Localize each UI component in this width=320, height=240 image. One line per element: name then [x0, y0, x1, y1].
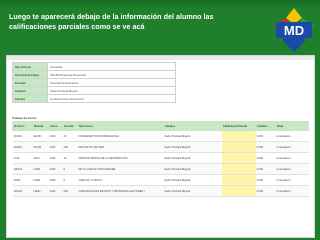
table-cell: COMUNICACION ESCRITA Y PROCESOS LECTORES…: [77, 185, 164, 197]
table-cell: 1040: [48, 174, 63, 186]
table-cell: Licenciatura: [275, 141, 309, 153]
table-cell: 236: [62, 185, 78, 197]
column-header[interactable]: Curso: [48, 121, 63, 131]
table-cell: 6: [62, 174, 78, 186]
table-row: 7730 INFO 1010 15 GESTION BASICA DE LA INFOR…: [12, 152, 309, 164]
table-cell: [221, 185, 256, 197]
table-cell: 10097: [12, 174, 33, 186]
info-label: Escuela: [12, 78, 48, 87]
table-cell: 1010: [48, 130, 63, 142]
table-cell: Sede Principal Bogotá: [163, 185, 222, 197]
table-cell: 6: [62, 163, 78, 175]
table-cell: Licenciatura: [275, 163, 309, 175]
section-title: Trabajo de Curso: [12, 116, 37, 120]
info-row: Tipo Interno Contenido: [12, 62, 176, 71]
table-cell: LDFE: [32, 163, 49, 175]
table-cell: JUEGOS Y LUDICA: [77, 174, 164, 186]
table-cell: [221, 141, 256, 153]
table-cell: 2.000: [255, 185, 276, 197]
info-value: Sede Principal Bogotá: [47, 86, 176, 95]
table-cell: 3.000: [255, 174, 276, 186]
table-cell: 110012: [12, 141, 33, 153]
table-cell: 1010: [48, 163, 63, 175]
table-cell: 15: [62, 152, 78, 164]
column-header[interactable]: Id Curso: [12, 121, 33, 131]
portal-navbar: [7, 56, 314, 60]
slide-title-line-2: calificaciones parciales como se ve acá: [9, 22, 145, 31]
info-label: Carrera: [12, 94, 48, 103]
table-cell: 200: [62, 141, 78, 153]
table-cell: LENG: [32, 185, 49, 197]
table-cell: Licenciatura: [275, 174, 309, 186]
table-cell: INT A LA EDUC FISICA RECRE: [77, 163, 164, 175]
table-cell: EDUB: [32, 130, 49, 142]
info-value: Lic Educ Física Recreación: [47, 94, 176, 103]
table-cell: [221, 174, 256, 186]
table-cell: 2.000: [255, 141, 276, 153]
table-cell: 20: [62, 130, 78, 142]
table-cell: 1010: [48, 152, 63, 164]
column-header[interactable]: Nom Curso: [77, 121, 164, 131]
column-header[interactable]: Campus: [163, 121, 222, 131]
table-cell: [221, 130, 256, 142]
table-cell: 4.000: [255, 163, 276, 175]
slide-title-line-1: Luego te aparecerá debajo de la informac…: [9, 12, 214, 21]
table-cell: 3.000: [255, 130, 276, 142]
table-cell: Sede Principal Bogotá: [163, 152, 222, 164]
table-cell: Sede Principal Bogotá: [163, 163, 222, 175]
table-row: 10097 LDFE 1040 6 JUEGOS Y LUDICA Sede Princi…: [12, 174, 309, 186]
info-row: Carrera Lic Educ Física Recreación: [12, 94, 176, 103]
table-cell: 100123: [12, 163, 33, 175]
table-cell: [221, 152, 256, 164]
column-header[interactable]: Créditos: [255, 121, 276, 131]
info-label: Campus: [12, 86, 48, 95]
table-cell: LDFE: [32, 174, 49, 186]
table-cell: Sede Principal Bogotá: [163, 141, 222, 153]
info-row: Personal (Código) ISSUM Programa Presenci…: [12, 70, 176, 79]
table-cell: [221, 163, 256, 175]
column-header[interactable]: Materia: [32, 121, 49, 131]
table-row: 110012 PHUM 1010 200 PROYECTO DE VIDA Sede Pr…: [12, 141, 309, 153]
portal-screenshot: Tipo Interno Contenido Personal (Código) IS…: [6, 55, 315, 238]
table-cell: Sede Principal Bogotá: [163, 130, 222, 142]
info-row: Escuela Facultad de Educación: [12, 78, 176, 87]
slide-title: Luego te aparecerá debajo de la informac…: [9, 12, 259, 32]
table-cell: Licenciatura: [275, 130, 309, 142]
grades-table: Id Curso Materia Curso Sección Nom Curso Camp…: [12, 121, 309, 197]
grades-header-row: Id Curso Materia Curso Sección Nom Curso Camp…: [12, 121, 309, 131]
column-header[interactable]: Calificación Parcial: [221, 121, 256, 131]
table-row: 110191 EDUB 1010 20 FUNDAMENTOS DE PEDAGOGIA…: [12, 130, 309, 142]
table-cell: INFO: [32, 152, 49, 164]
info-value: Contenido: [47, 62, 176, 71]
table-row: 100123 LDFE 1010 6 INT A LA EDUC FISICA RECR…: [12, 163, 309, 175]
table-cell: GESTION BASICA DE LA INFORMACION: [77, 152, 164, 164]
table-cell: 110191: [12, 130, 33, 142]
info-label: Tipo Interno: [12, 62, 48, 71]
info-value: ISSUM Programa Presencial: [47, 70, 176, 79]
table-cell: FUNDAMENTOS DE PEDAGOGIA: [77, 130, 164, 142]
table-cell: PHUM: [32, 141, 49, 153]
column-header[interactable]: Nivel: [275, 121, 309, 131]
table-cell: 101204: [12, 185, 33, 197]
table-cell: PROYECTO DE VIDA: [77, 141, 164, 153]
table-row: 101204 LENG 1010 236 COMUNICACION ESCRITA Y …: [12, 185, 309, 197]
table-cell: 7730: [12, 152, 33, 164]
table-cell: Licenciatura: [275, 152, 309, 164]
info-value: Facultad de Educación: [47, 78, 176, 87]
table-cell: Licenciatura: [275, 185, 309, 197]
slide: Luego te aparecerá debajo de la informac…: [0, 0, 320, 240]
column-header[interactable]: Sección: [62, 121, 78, 131]
table-cell: 2.000: [255, 152, 276, 164]
md-logo: MD: [274, 8, 314, 52]
student-info-table: Tipo Interno Contenido Personal (Código) IS…: [12, 62, 176, 103]
table-cell: Sede Principal Bogotá: [163, 174, 222, 186]
info-row: Campus Sede Principal Bogotá: [12, 86, 176, 95]
table-cell: 1010: [48, 185, 63, 197]
info-label: Personal (Código): [12, 70, 48, 79]
table-cell: 1010: [48, 141, 63, 153]
md-logo-text: MD: [284, 23, 304, 38]
